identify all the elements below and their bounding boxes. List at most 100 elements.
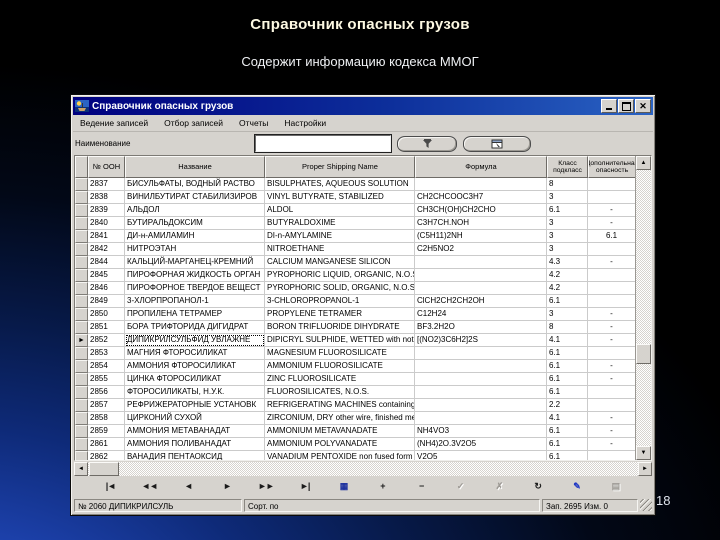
cell-un-number[interactable]: 2850 bbox=[88, 308, 125, 321]
nav-next-button[interactable]: ► bbox=[215, 481, 239, 491]
row-indicator[interactable] bbox=[75, 373, 88, 386]
row-indicator[interactable] bbox=[75, 360, 88, 373]
cell-un-number[interactable]: 2846 bbox=[88, 282, 125, 295]
cell-proper-shipping-name[interactable]: VINYL BUTYRATE, STABILIZED bbox=[265, 191, 415, 204]
cell-proper-shipping-name[interactable]: ZIRCONIUM, DRY other wire, finished meta bbox=[265, 412, 415, 425]
minimize-button[interactable] bbox=[601, 99, 617, 113]
cell-additional-hazard[interactable] bbox=[588, 191, 636, 204]
cell-formula[interactable] bbox=[415, 412, 547, 425]
cell-un-number[interactable]: 2856 bbox=[88, 386, 125, 399]
cell-class[interactable]: 6.1 bbox=[547, 360, 588, 373]
cell-un-number[interactable]: 2851 bbox=[88, 321, 125, 334]
cell-formula[interactable] bbox=[415, 347, 547, 360]
nav-prior-page-button[interactable]: ◄◄ bbox=[137, 481, 161, 491]
cell-proper-shipping-name[interactable]: DI-n-AMYLAMINE bbox=[265, 230, 415, 243]
cell-name[interactable]: НИТРОЭТАН bbox=[125, 243, 265, 256]
nav-filter-pen-button[interactable]: ✎ bbox=[565, 481, 589, 492]
cell-un-number[interactable]: 2853 bbox=[88, 347, 125, 360]
cell-proper-shipping-name[interactable]: PYROPHORIC SOLID, ORGANIC, N.O.S. bbox=[265, 282, 415, 295]
cell-additional-hazard[interactable]: - bbox=[588, 334, 636, 347]
cell-un-number[interactable]: 2861 bbox=[88, 438, 125, 451]
cell-class[interactable]: 3 bbox=[547, 191, 588, 204]
cell-un-number[interactable]: 2858 bbox=[88, 412, 125, 425]
cell-formula[interactable]: C12H24 bbox=[415, 308, 547, 321]
header-un-number[interactable]: № ООН bbox=[88, 156, 125, 178]
cell-proper-shipping-name[interactable]: BUTYRALDOXIME bbox=[265, 217, 415, 230]
cell-class[interactable]: 4.2 bbox=[547, 269, 588, 282]
row-indicator[interactable] bbox=[75, 438, 88, 451]
nav-refresh-button[interactable]: ↻ bbox=[526, 481, 550, 492]
cell-formula[interactable]: (C5H11)2NH bbox=[415, 230, 547, 243]
cell-formula[interactable]: NH4VO3 bbox=[415, 425, 547, 438]
row-indicator[interactable] bbox=[75, 217, 88, 230]
cell-un-number[interactable]: 2840 bbox=[88, 217, 125, 230]
cell-name[interactable]: ПИРОФОРНАЯ ЖИДКОСТЬ ОРГАН bbox=[125, 269, 265, 282]
cell-class[interactable]: 8 bbox=[547, 321, 588, 334]
menu-item-records-filter[interactable]: Отбор записей bbox=[161, 116, 230, 130]
cell-formula[interactable]: V2O5 bbox=[415, 451, 547, 460]
cell-class[interactable]: 6.1 bbox=[547, 347, 588, 360]
cell-un-number[interactable]: 2852 bbox=[88, 334, 125, 347]
cell-additional-hazard[interactable] bbox=[588, 386, 636, 399]
cell-name[interactable]: ФТОРОСИЛИКАТЫ, Н.У.К. bbox=[125, 386, 265, 399]
cell-formula[interactable]: CH3CH(OH)CH2CHO bbox=[415, 204, 547, 217]
vertical-scroll-thumb[interactable] bbox=[636, 344, 651, 365]
cell-proper-shipping-name[interactable]: 3-CHLOROPROPANOL-1 bbox=[265, 295, 415, 308]
row-indicator[interactable] bbox=[75, 321, 88, 334]
cell-proper-shipping-name[interactable]: NITROETHANE bbox=[265, 243, 415, 256]
cell-formula[interactable] bbox=[415, 373, 547, 386]
cell-name[interactable]: АММОНИЯ ФТОРОСИЛИКАТ bbox=[125, 360, 265, 373]
nav-next-page-button[interactable]: ►► bbox=[254, 481, 278, 491]
header-class[interactable]: Класс подкласс bbox=[547, 156, 588, 178]
cell-proper-shipping-name[interactable]: AMMONIUM FLUOROSILICATE bbox=[265, 360, 415, 373]
cell-name[interactable]: ЦИНКА ФТОРОСИЛИКАТ bbox=[125, 373, 265, 386]
cell-class[interactable]: 6.1 bbox=[547, 425, 588, 438]
cell-additional-hazard[interactable] bbox=[588, 451, 636, 460]
row-indicator[interactable] bbox=[75, 243, 88, 256]
row-indicator[interactable] bbox=[75, 347, 88, 360]
cell-formula[interactable] bbox=[415, 282, 547, 295]
cell-un-number[interactable]: 2862 bbox=[88, 451, 125, 460]
cell-proper-shipping-name[interactable]: VANADIUM PENTOXIDE non fused form bbox=[265, 451, 415, 460]
horizontal-scrollbar[interactable]: ◄ ► bbox=[74, 462, 652, 476]
cell-name[interactable]: ПРОПИЛЕНА ТЕТРАМЕР bbox=[125, 308, 265, 321]
cell-name[interactable]: РЕФРИЖЕРАТОРНЫЕ УСТАНОВК bbox=[125, 399, 265, 412]
cell-name[interactable]: ДИ-н-АМИЛАМИН bbox=[125, 230, 265, 243]
cell-name[interactable]: БОРА ТРИФТОРИДА ДИГИДРАТ bbox=[125, 321, 265, 334]
cell-un-number[interactable]: 2839 bbox=[88, 204, 125, 217]
resize-grip[interactable] bbox=[640, 499, 652, 511]
cell-proper-shipping-name[interactable]: AMMONIUM METAVANADATE bbox=[265, 425, 415, 438]
cell-proper-shipping-name[interactable]: FLUOROSILICATES, N.O.S. bbox=[265, 386, 415, 399]
cell-un-number[interactable]: 2845 bbox=[88, 269, 125, 282]
cell-name[interactable]: АЛЬДОЛ bbox=[125, 204, 265, 217]
cell-additional-hazard[interactable] bbox=[588, 295, 636, 308]
scroll-up-arrow-icon[interactable]: ▲ bbox=[636, 156, 651, 170]
cell-proper-shipping-name[interactable]: REFRIGERATING MACHINES containing no bbox=[265, 399, 415, 412]
scroll-down-arrow-icon[interactable]: ▼ bbox=[636, 446, 651, 460]
cell-additional-hazard[interactable] bbox=[588, 399, 636, 412]
cell-additional-hazard[interactable]: - bbox=[588, 425, 636, 438]
cell-proper-shipping-name[interactable]: DIPICRYL SULPHIDE, WETTED with not les bbox=[265, 334, 415, 347]
cell-class[interactable]: 6.1 bbox=[547, 451, 588, 460]
cell-name[interactable]: АММОНИЯ МЕТАВАНАДАТ bbox=[125, 425, 265, 438]
cell-additional-hazard[interactable]: - bbox=[588, 412, 636, 425]
menu-item-reports[interactable]: Отчеты bbox=[236, 116, 275, 130]
cell-un-number[interactable]: 2849 bbox=[88, 295, 125, 308]
cell-class[interactable]: 6.1 bbox=[547, 204, 588, 217]
row-indicator[interactable] bbox=[75, 412, 88, 425]
cell-class[interactable]: 8 bbox=[547, 178, 588, 191]
cell-name[interactable]: ВАНАДИЯ ПЕНТАОКСИД bbox=[125, 451, 265, 460]
header-name[interactable]: Название bbox=[125, 156, 265, 178]
cell-additional-hazard[interactable]: - bbox=[588, 360, 636, 373]
row-indicator[interactable]: ► bbox=[75, 334, 88, 347]
cell-additional-hazard[interactable] bbox=[588, 178, 636, 191]
cell-additional-hazard[interactable]: - bbox=[588, 204, 636, 217]
scroll-left-arrow-icon[interactable]: ◄ bbox=[74, 462, 88, 476]
close-button[interactable]: ✕ bbox=[635, 99, 651, 113]
cell-proper-shipping-name[interactable]: PROPYLENE TETRAMER bbox=[265, 308, 415, 321]
cell-class[interactable]: 4.3 bbox=[547, 256, 588, 269]
cell-proper-shipping-name[interactable]: ALDOL bbox=[265, 204, 415, 217]
cell-class[interactable]: 2.2 bbox=[547, 399, 588, 412]
cell-additional-hazard[interactable] bbox=[588, 269, 636, 282]
cell-formula[interactable] bbox=[415, 386, 547, 399]
